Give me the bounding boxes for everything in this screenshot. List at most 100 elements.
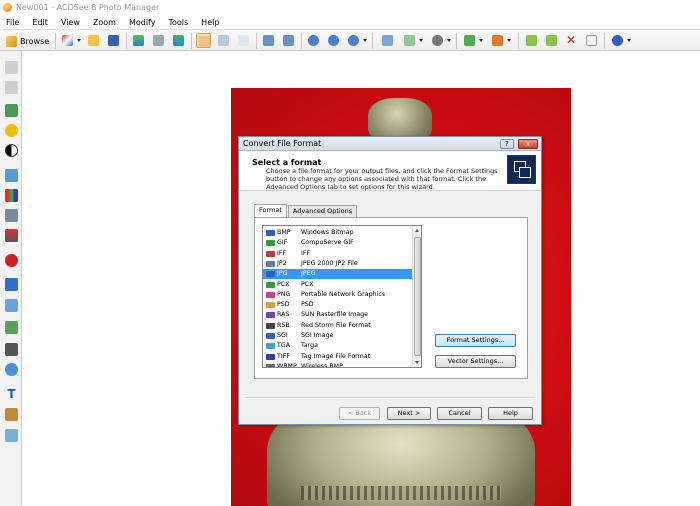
- acquire-icon[interactable]: [171, 33, 186, 48]
- next-image-icon[interactable]: [524, 33, 539, 48]
- lens-icon[interactable]: [402, 33, 423, 48]
- file-type-icon: [266, 333, 275, 339]
- contrast-icon[interactable]: [5, 144, 18, 157]
- list-item[interactable]: GIF CompuServe GIF: [263, 238, 413, 248]
- save-as-icon[interactable]: [131, 33, 146, 48]
- zoom-fit-icon[interactable]: [216, 33, 231, 48]
- list-item[interactable]: TIFF Tag Image File Format: [263, 352, 413, 362]
- format-description: CompuServe GIF: [301, 239, 354, 247]
- list-item[interactable]: IFF IFF: [263, 249, 413, 259]
- toolbar-separator: [191, 33, 192, 49]
- back-button[interactable]: < Back: [339, 407, 380, 420]
- pot-engraving: [301, 486, 501, 500]
- properties-icon[interactable]: [584, 33, 599, 48]
- scroll-up-icon[interactable]: [415, 229, 419, 232]
- menu-file[interactable]: File: [6, 18, 19, 27]
- dialog-close-button[interactable]: x: [518, 139, 538, 149]
- redo-icon[interactable]: [5, 81, 18, 94]
- menu-help[interactable]: Help: [201, 18, 219, 27]
- browse-icon: [6, 35, 17, 47]
- red-eye-reduction-icon[interactable]: [5, 254, 18, 267]
- format-settings-button[interactable]: Format Settings...: [435, 334, 516, 347]
- list-item[interactable]: PSD PSD: [263, 300, 413, 310]
- help-icon[interactable]: [610, 33, 631, 48]
- batch-edit-icon[interactable]: [60, 33, 81, 48]
- red-eye-icon[interactable]: [5, 104, 18, 117]
- close-x-icon[interactable]: ✕: [564, 33, 579, 48]
- menu-edit[interactable]: Edit: [32, 18, 48, 27]
- scrollbar-thumb[interactable]: [414, 237, 421, 356]
- menu-zoom[interactable]: Zoom: [93, 18, 116, 27]
- levels-icon[interactable]: [5, 189, 18, 202]
- format-extension: PSD: [277, 301, 290, 309]
- menu-tools[interactable]: Tools: [168, 18, 188, 27]
- dialog-heading: Select a format: [252, 158, 322, 167]
- format-list[interactable]: WBMP Wireless BMP TIFF Tag Image File Forma…: [262, 225, 422, 368]
- list-item[interactable]: RAS SUN Rasterfile Image: [263, 310, 413, 320]
- format-extension: JP2: [277, 259, 287, 267]
- effects-icon[interactable]: [5, 321, 18, 334]
- vector-settings-button[interactable]: Vector Settings...: [435, 355, 516, 368]
- list-item[interactable]: WBMP Wireless BMP: [263, 362, 413, 367]
- slideshow-icon[interactable]: [430, 33, 451, 48]
- scroll-down-icon[interactable]: [415, 361, 419, 364]
- zoom-menu-icon[interactable]: [346, 33, 367, 48]
- next-button[interactable]: Next >: [387, 407, 431, 420]
- toolbar-separator: [456, 33, 457, 49]
- convert-file-format-dialog: Convert File Format ? x Select a format …: [238, 136, 542, 425]
- list-item[interactable]: RSB Red Storm File Format: [263, 321, 413, 331]
- undo-icon[interactable]: [5, 61, 18, 74]
- help-button[interactable]: Help: [488, 407, 533, 420]
- list-item[interactable]: SGI SGI Image: [263, 331, 413, 341]
- window-title-bar: New001 - ACDSee 8 Photo Manager: [0, 0, 700, 15]
- open-folder-icon[interactable]: [86, 33, 101, 48]
- image-icon[interactable]: [5, 169, 18, 182]
- menu-modify[interactable]: Modify: [129, 18, 156, 27]
- cancel-button[interactable]: Cancel: [437, 407, 482, 420]
- wallpaper-icon[interactable]: [462, 33, 483, 48]
- scan-icon[interactable]: [151, 33, 166, 48]
- format-extension: JPG: [277, 270, 288, 278]
- format-extension: RSB: [277, 321, 290, 329]
- list-item[interactable]: BMP Windows Bitmap: [263, 228, 413, 238]
- text-icon[interactable]: T: [5, 388, 18, 401]
- zoom-in-icon[interactable]: [306, 33, 321, 48]
- list-item[interactable]: JPG JPEG: [263, 269, 413, 280]
- save-icon[interactable]: [106, 33, 121, 48]
- delete-icon[interactable]: [544, 33, 559, 48]
- tab-format[interactable]: Format: [254, 204, 287, 217]
- toolbar-separator: [55, 33, 56, 49]
- menu-view[interactable]: View: [61, 18, 80, 27]
- filter-icon[interactable]: [5, 429, 18, 442]
- rotate-left-icon[interactable]: [261, 33, 276, 48]
- file-type-icon: [266, 260, 275, 267]
- zoom-select-icon[interactable]: [236, 33, 251, 48]
- color-icon[interactable]: [5, 209, 18, 222]
- list-item[interactable]: PCX PCX: [263, 280, 413, 290]
- list-item[interactable]: TGA Targa: [263, 341, 413, 351]
- format-list-scrollbar[interactable]: [412, 226, 421, 367]
- browse-button[interactable]: Browse: [6, 33, 49, 49]
- tab-advanced-options[interactable]: Advanced Options: [287, 205, 358, 217]
- list-item[interactable]: PNG Portable Network Graphics: [263, 290, 413, 300]
- file-type-icon: [266, 363, 275, 367]
- crop-icon[interactable]: [5, 343, 18, 356]
- format-description: IFF: [301, 249, 311, 257]
- file-type-icon: [266, 343, 275, 350]
- file-type-icon: [266, 302, 275, 309]
- convert-wizard-icon: [507, 155, 536, 184]
- dialog-header: Select a format Choose a file format for…: [239, 152, 541, 191]
- list-item[interactable]: JP2 JPEG 2000 JP2 File: [263, 259, 413, 269]
- rotate-icon[interactable]: [5, 363, 18, 376]
- rotate-right-icon[interactable]: [281, 33, 296, 48]
- exposure-icon[interactable]: [5, 124, 18, 137]
- hand-tool-icon[interactable]: [196, 33, 211, 48]
- rotate-menu-icon[interactable]: [380, 33, 395, 48]
- repair-icon[interactable]: [5, 408, 18, 421]
- previous-image-icon[interactable]: [490, 33, 511, 48]
- frame-icon[interactable]: [5, 299, 18, 312]
- zoom-out-icon[interactable]: [326, 33, 341, 48]
- dialog-help-button[interactable]: ?: [500, 139, 514, 149]
- tone-curves-icon[interactable]: [5, 229, 18, 242]
- sharpen-icon[interactable]: [5, 278, 18, 291]
